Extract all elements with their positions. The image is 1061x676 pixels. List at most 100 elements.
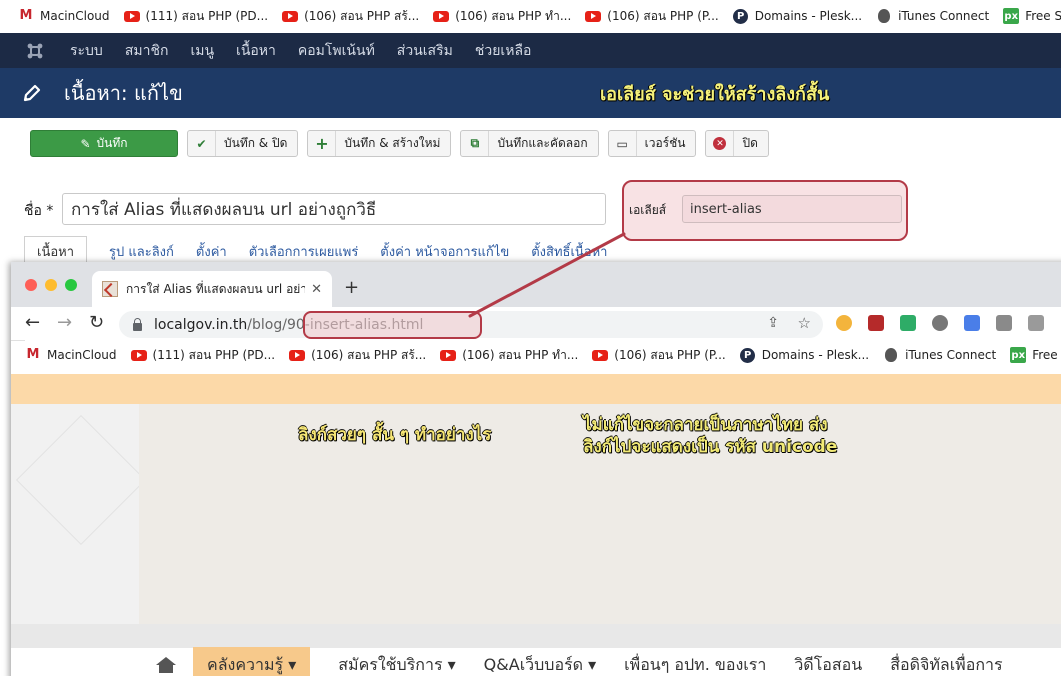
copy-icon: ⧉ xyxy=(461,131,490,156)
menu-register[interactable]: สมัครใช้บริการ ▾ xyxy=(338,653,455,676)
save-new-button[interactable]: + บันทึก & สร้างใหม่ xyxy=(307,130,452,157)
apple-icon xyxy=(883,347,899,363)
macincloud-icon: M xyxy=(26,347,40,362)
extension-camera-icon[interactable] xyxy=(1028,315,1044,331)
maximize-window-icon[interactable] xyxy=(65,279,77,291)
youtube-icon xyxy=(130,347,147,363)
minimize-window-icon[interactable] xyxy=(45,279,57,291)
bookmark-youtube-4[interactable]: (106) สอน PHP (P... xyxy=(592,346,726,365)
forward-arrow-icon[interactable]: → xyxy=(57,314,72,332)
reload-icon[interactable]: ↻ xyxy=(89,314,104,332)
browser-tab-active[interactable]: การใส่ Alias ที่แสดงผลบน url อย่าง ✕ xyxy=(92,271,332,307)
bookmark-youtube-1[interactable]: (111) สอน PHP (PD... xyxy=(123,7,268,26)
close-circle-icon: ✕ xyxy=(706,131,735,156)
extension-wave-icon[interactable] xyxy=(932,315,948,331)
bookmark-itunes[interactable]: iTunes Connect xyxy=(876,8,989,24)
editor-toolbar: ✎ บันทึก ✔ บันทึก & ปิด + บันทึก & สร้าง… xyxy=(30,130,778,157)
bookmark-macincloud[interactable]: M MacinCloud xyxy=(18,8,110,24)
bookmark-youtube-2[interactable]: (106) สอน PHP สร้... xyxy=(289,346,426,365)
youtube-icon xyxy=(282,8,299,24)
lock-icon xyxy=(133,317,142,331)
save-copy-button[interactable]: ⧉ บันทึกและคัดลอก xyxy=(460,130,599,157)
bookmark-itunes[interactable]: iTunes Connect xyxy=(883,347,996,363)
browser-window: การใส่ Alias ที่แสดงผลบน url อย่าง ✕ + ←… xyxy=(11,262,1061,676)
nav-components[interactable]: คอมโพเน้นท์ xyxy=(298,40,375,62)
nav-users[interactable]: สมาชิก xyxy=(125,40,169,62)
plesk-icon: P xyxy=(733,8,749,24)
pencil-icon xyxy=(0,83,64,103)
browser-tab-strip: การใส่ Alias ที่แสดงผลบน url อย่าง ✕ + xyxy=(11,262,1061,307)
bookmark-youtube-4[interactable]: (106) สอน PHP (P... xyxy=(585,7,719,26)
bookmark-youtube-3[interactable]: (106) สอน PHP ทำ... xyxy=(433,7,571,26)
close-button[interactable]: ✕ ปิด xyxy=(705,130,769,157)
bookmark-macincloud[interactable]: M MacinCloud xyxy=(25,347,117,363)
bookmark-pixabay[interactable]: pxFree St xyxy=(1010,347,1061,363)
nav-content[interactable]: เนื้อหา xyxy=(236,40,276,62)
youtube-icon xyxy=(440,347,457,363)
page-title: เนื้อหา: แก้ไข xyxy=(64,81,183,105)
back-arrow-icon[interactable]: ← xyxy=(25,314,40,332)
bookmark-plesk[interactable]: P Domains - Plesk... xyxy=(733,8,862,24)
alias-input[interactable]: insert-alias xyxy=(682,195,902,223)
pixabay-icon: px xyxy=(1003,8,1020,24)
annotation-alias-note: เอเลียส์ จะช่วยให้สร้างลิงก์สั้น xyxy=(600,84,830,105)
versions-button[interactable]: ▭ เวอร์ชัน xyxy=(607,130,697,157)
youtube-icon xyxy=(585,8,602,24)
bookmark-star-icon[interactable]: ☆ xyxy=(798,314,811,332)
bookmark-plesk[interactable]: P Domains - Plesk... xyxy=(740,347,869,363)
plesk-icon: P xyxy=(740,347,756,363)
annotation-unicode: ไม่แก้ไขจะกลายเป็นภาษาไทย ส่ง ลิงก์ไปจะแ… xyxy=(583,414,837,458)
site-top-strip xyxy=(11,374,1061,404)
close-tab-icon[interactable]: ✕ xyxy=(311,282,322,297)
site-favicon-icon xyxy=(102,281,118,297)
title-input[interactable]: การใส่ Alias ที่แสดงผลบน url อย่างถูกวิธ… xyxy=(62,193,606,225)
bookmark-pixabay[interactable]: pxFree St xyxy=(1003,8,1061,24)
apple-icon xyxy=(876,8,892,24)
url-host: localgov.in.th xyxy=(154,316,248,333)
extension-chrome-icon[interactable] xyxy=(836,315,852,331)
new-tab-icon[interactable]: + xyxy=(344,277,359,298)
screenshot-stage: M MacinCloud (111) สอน PHP (PD... (106) ส… xyxy=(0,0,1061,676)
site-main-menu: คลังความรู้ ▾ สมัครใช้บริการ ▾ Q&Aเว็บบอ… xyxy=(11,646,1061,676)
save-close-button[interactable]: ✔ บันทึก & ปิด xyxy=(187,130,299,157)
menu-friends[interactable]: เพื่อนๆ อปท. ของเรา xyxy=(624,653,766,676)
site-left-panel xyxy=(11,404,139,624)
youtube-icon xyxy=(592,347,609,363)
youtube-icon xyxy=(123,8,140,24)
extension-bulb-icon[interactable] xyxy=(996,315,1012,331)
page-header: เนื้อหา: แก้ไข xyxy=(0,68,1061,118)
nav-system[interactable]: ระบบ xyxy=(70,40,103,62)
extension-green-icon[interactable] xyxy=(900,315,916,331)
share-icon[interactable]: ⇪ xyxy=(767,315,779,331)
url-highlight-box xyxy=(303,311,482,339)
plus-icon: + xyxy=(308,131,337,156)
save-button[interactable]: ✎ บันทึก xyxy=(30,130,178,157)
nav-menus[interactable]: เมนู xyxy=(190,40,214,62)
bookmark-youtube-3[interactable]: (106) สอน PHP ทำ... xyxy=(440,346,578,365)
bookmark-youtube-1[interactable]: (111) สอน PHP (PD... xyxy=(130,346,275,365)
macincloud-icon: M xyxy=(19,8,33,23)
alias-field-label: เอเลียส์ xyxy=(629,203,667,217)
joomla-admin-nav: ระบบ สมาชิก เมนู เนื้อหา คอมโพเน้นท์ ส่ว… xyxy=(0,33,1061,68)
title-field-label: ชื่อ * xyxy=(24,203,54,219)
browser-bookmarks-bar: M MacinCloud (111) สอน PHP (PD... (106) ส… xyxy=(25,340,1061,370)
bookmark-youtube-2[interactable]: (106) สอน PHP สร้... xyxy=(282,7,419,26)
annotation-unicode-line1: ไม่แก้ไขจะกลายเป็นภาษาไทย ส่ง xyxy=(583,415,828,435)
menu-videos[interactable]: วิดีโอสอน xyxy=(794,653,862,676)
home-icon[interactable] xyxy=(155,657,177,673)
pixabay-icon: px xyxy=(1010,347,1027,363)
menu-webboard[interactable]: Q&Aเว็บบอร์ด ▾ xyxy=(484,653,597,676)
annotation-unicode-line2: ลิงก์ไปจะแสดงเป็น รหัส unicode xyxy=(583,437,838,457)
archive-icon: ▭ xyxy=(609,131,637,156)
menu-knowledge[interactable]: คลังความรู้ ▾ xyxy=(193,646,311,676)
extension-translate-icon[interactable] xyxy=(964,315,980,331)
menu-digital-media[interactable]: สื่อดิจิทัลเพื่อการ xyxy=(890,653,1002,676)
site-divider xyxy=(11,624,1061,648)
nav-help[interactable]: ช่วยเหลือ xyxy=(475,40,532,62)
joomla-logo-icon[interactable] xyxy=(0,33,70,68)
extension-chart-icon[interactable] xyxy=(868,315,884,331)
edit-icon: ✎ xyxy=(80,136,91,151)
youtube-icon xyxy=(289,347,306,363)
close-window-icon[interactable] xyxy=(25,279,37,291)
nav-extensions[interactable]: ส่วนเสริม xyxy=(397,40,453,62)
